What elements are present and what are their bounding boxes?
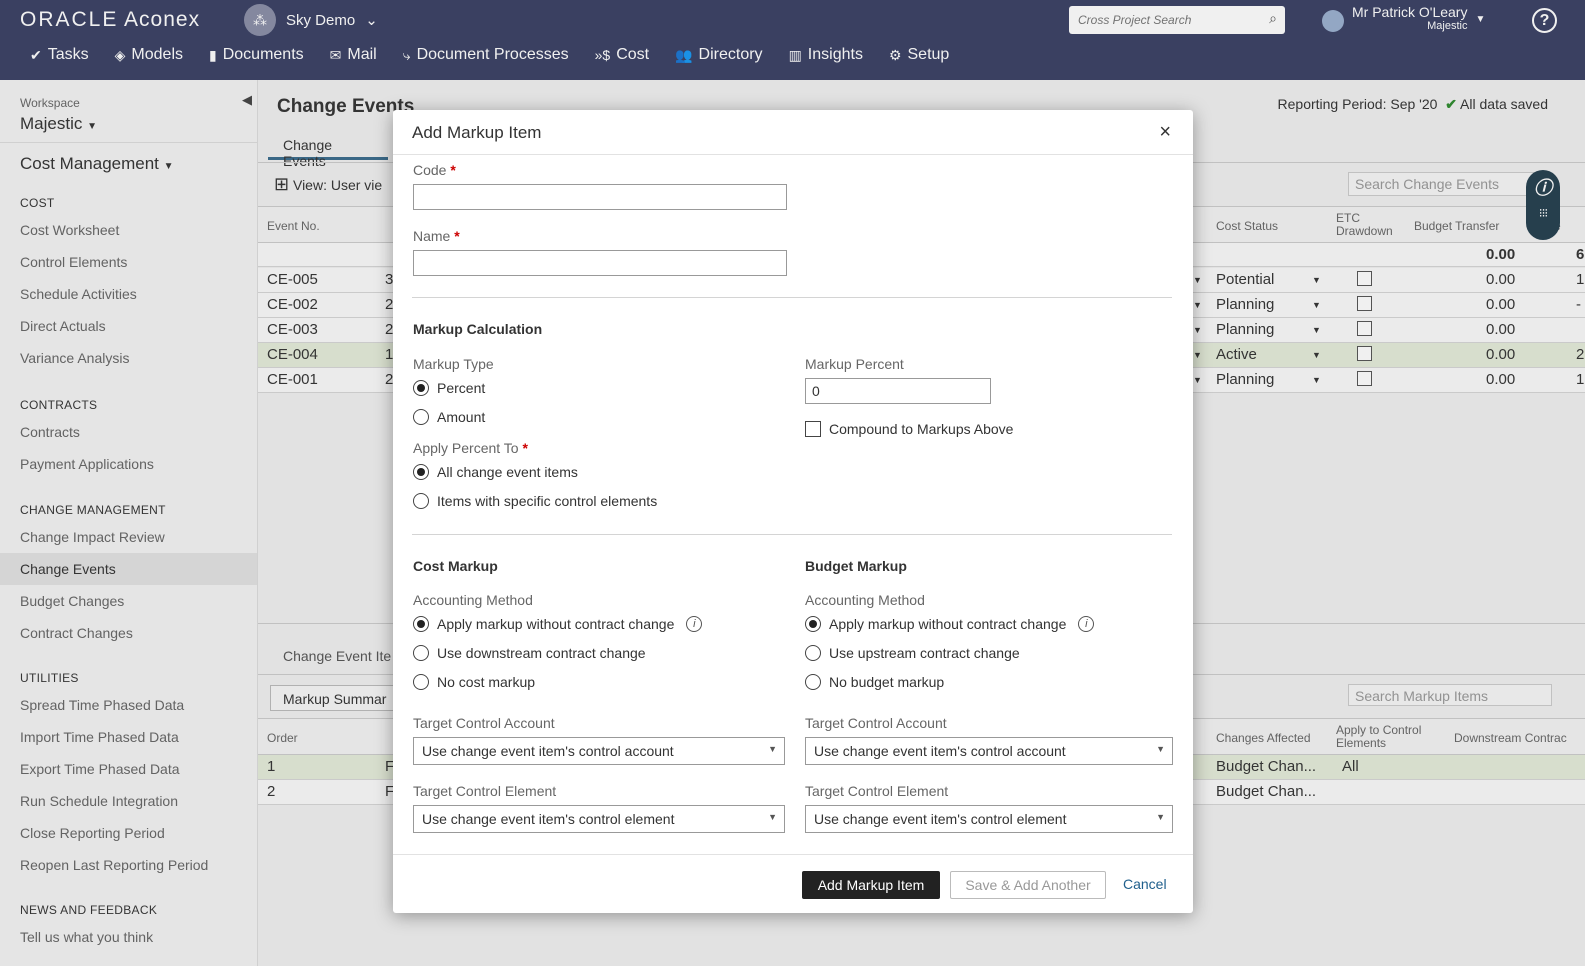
markup-type-percent-radio[interactable]: Percent xyxy=(413,380,485,396)
name-label: Name * xyxy=(413,228,460,244)
cost-target-element-select[interactable]: Use change event item's control element ▼ xyxy=(413,805,785,833)
markup-percent-input[interactable]: 0 xyxy=(805,378,991,404)
add-markup-item-button[interactable]: Add Markup Item xyxy=(802,871,940,899)
markup-type-label: Markup Type xyxy=(413,356,494,372)
apply-specific-items-radio[interactable]: Items with specific control elements xyxy=(413,493,657,509)
budget-no-markup-radio[interactable]: No budget markup xyxy=(805,674,944,690)
code-label: Code * xyxy=(413,162,456,178)
markup-calculation-heading: Markup Calculation xyxy=(413,321,543,337)
cost-markup-heading: Cost Markup xyxy=(413,558,498,574)
budget-target-element-label: Target Control Element xyxy=(805,783,949,799)
name-input[interactable] xyxy=(413,250,787,276)
add-markup-item-dialog: Add Markup Item × Code * Name * Markup C… xyxy=(393,110,1193,913)
budget-use-upstream-radio[interactable]: Use upstream contract change xyxy=(805,645,1020,661)
markup-percent-label: Markup Percent xyxy=(805,356,904,372)
dialog-title: Add Markup Item xyxy=(412,123,542,142)
cost-no-markup-radio[interactable]: No cost markup xyxy=(413,674,535,690)
cost-apply-without-contract-radio[interactable]: Apply markup without contract change i xyxy=(413,616,703,632)
cost-target-account-select[interactable]: Use change event item's control account ▼ xyxy=(413,737,785,765)
budget-target-element-select[interactable]: Use change event item's control element ▼ xyxy=(805,805,1173,833)
cost-target-element-label: Target Control Element xyxy=(413,783,557,799)
divider xyxy=(412,297,1172,298)
info-icon[interactable]: i xyxy=(1078,616,1095,632)
apply-all-items-radio[interactable]: All change event items xyxy=(413,464,578,480)
cancel-button[interactable]: Cancel xyxy=(1123,876,1167,892)
dropdown-arrow-icon: ▼ xyxy=(1156,812,1165,822)
divider xyxy=(393,854,1193,855)
budget-apply-without-contract-radio[interactable]: Apply markup without contract change i xyxy=(805,616,1095,632)
cost-accounting-method-label: Accounting Method xyxy=(413,592,533,608)
budget-accounting-method-label: Accounting Method xyxy=(805,592,925,608)
code-input[interactable] xyxy=(413,184,787,210)
dropdown-arrow-icon: ▼ xyxy=(1156,744,1165,754)
divider xyxy=(412,534,1172,535)
cost-target-account-label: Target Control Account xyxy=(413,715,555,731)
dropdown-arrow-icon: ▼ xyxy=(768,812,777,822)
budget-target-account-select[interactable]: Use change event item's control account ▼ xyxy=(805,737,1173,765)
save-add-another-button[interactable]: Save & Add Another xyxy=(950,871,1106,899)
apply-percent-to-label: Apply Percent To * xyxy=(413,440,528,456)
budget-target-account-label: Target Control Account xyxy=(805,715,947,731)
compound-markups-checkbox[interactable]: Compound to Markups Above xyxy=(805,421,1013,437)
cost-use-downstream-radio[interactable]: Use downstream contract change xyxy=(413,645,646,661)
divider xyxy=(393,154,1193,155)
budget-markup-heading: Budget Markup xyxy=(805,558,907,574)
info-icon[interactable]: i xyxy=(686,616,703,632)
close-icon[interactable]: × xyxy=(1159,121,1171,144)
markup-type-amount-radio[interactable]: Amount xyxy=(413,409,485,425)
dropdown-arrow-icon: ▼ xyxy=(768,744,777,754)
